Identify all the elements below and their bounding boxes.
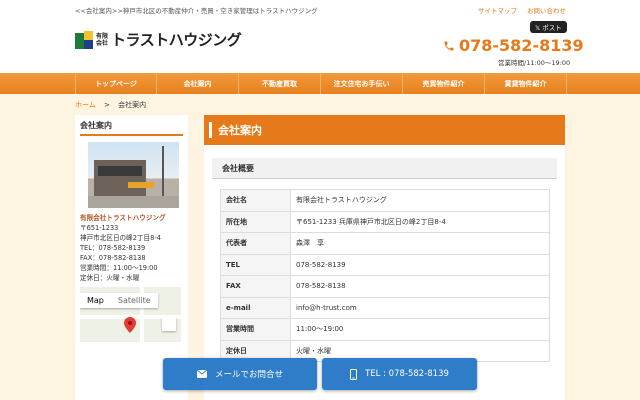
table-row: 代表者 森澤 享 [220, 232, 550, 255]
row-value: 森澤 享 [290, 232, 550, 255]
map-pin-icon [124, 317, 136, 333]
site-header: 有限 会社 トラストハウジング 𝕏 ポスト 078-582-8139 営業時間/… [0, 21, 640, 73]
nav-company[interactable]: 会社案内 [157, 73, 239, 94]
map-tab-satellite[interactable]: Satellite [111, 293, 158, 308]
sidebar-title: 会社案内 [80, 120, 183, 136]
nav-sale-listings[interactable]: 売買物件紹介 [403, 73, 485, 94]
sitemap-link[interactable]: サイトマップ [478, 5, 517, 15]
nav-custom-home[interactable]: 注文住宅お手伝い [321, 73, 403, 94]
sidebar-address: 神戸市北区日の峰2丁目8-4 [80, 234, 161, 242]
google-map[interactable]: Map Satellite [80, 287, 181, 342]
logo-icon [75, 30, 93, 49]
breadcrumb-home[interactable]: ホーム [75, 101, 96, 109]
table-row: TEL 078-582-8139 [220, 253, 550, 276]
map-tab-map[interactable]: Map [80, 293, 111, 308]
sidebar-holiday: 定休日：火曜・水曜 [80, 274, 140, 282]
sidebar-hours: 営業時間：11:00～19:00 [80, 264, 158, 272]
header-hours: 営業時間/11:00～19:00 [498, 59, 571, 67]
row-key: FAX [220, 275, 291, 298]
logo-small-2: 会社 [96, 39, 109, 47]
table-row: 営業時間 11:00～19:00 [220, 318, 550, 341]
fullscreen-icon[interactable] [162, 317, 176, 331]
tel-label: TEL : 078-582-8139 [365, 369, 449, 379]
sidebar-tel: TEL：078-582-8139 [80, 244, 146, 252]
main-heading: 会社案内 [204, 115, 565, 145]
sidebar-info: 有限会社トラストハウジング 〒651-1233 神戸市北区日の峰2丁目8-4 T… [80, 213, 183, 283]
table-row: FAX 078-582-8138 [220, 275, 550, 298]
mail-contact-label: メールでお問合せ [214, 370, 283, 380]
sidebar-company: 有限会社トラストハウジング [80, 214, 166, 222]
main-title: 会社案内 [218, 124, 262, 137]
row-value: 078-582-8138 [290, 275, 550, 298]
cta-bar: メールでお問合せ TEL : 078-582-8139 [0, 358, 640, 390]
map-type-tabs: Map Satellite [80, 293, 158, 308]
header-phone[interactable]: 078-582-8139 [443, 36, 584, 55]
x-post-button[interactable]: 𝕏 ポスト [530, 21, 567, 33]
logo-small-1: 有限 [96, 32, 109, 40]
top-breadcrumb: <<会社案内>>神戸市北区の不動産仲介・売買・空き家管理はトラストハウジング [75, 7, 318, 15]
mail-icon [196, 370, 207, 378]
row-value: 〒651-1233 兵庫県神戸市北区日の峰2丁目8-4 [290, 210, 550, 233]
row-value: 11:00～19:00 [290, 318, 550, 341]
top-bar: <<会社案内>>神戸市北区の不動産仲介・売買・空き家管理はトラストハウジング サ… [0, 0, 640, 23]
section-heading: 会社概要 [212, 158, 557, 179]
office-photo [88, 142, 179, 208]
table-row: 会社名 有限会社トラストハウジング [220, 189, 550, 212]
row-value: 有限会社トラストハウジング [290, 189, 550, 212]
contact-link[interactable]: お問い合わせ [527, 5, 566, 15]
row-key: 会社名 [220, 189, 291, 212]
logo-name: トラストハウジング [111, 31, 242, 49]
breadcrumb-current: 会社案内 [118, 101, 147, 109]
nav-top[interactable]: トップページ [75, 73, 157, 94]
row-value: 078-582-8139 [290, 253, 550, 276]
company-table: 会社名 有限会社トラストハウジング 所在地 〒651-1233 兵庫県神戸市北区日の… [220, 189, 550, 362]
site-logo[interactable]: 有限 会社 トラストハウジング [75, 29, 242, 50]
row-key: 代表者 [220, 232, 291, 255]
row-value: info@h-trust.com [290, 296, 550, 319]
row-key: e-mail [220, 296, 291, 319]
header-phone-number: 078-582-8139 [459, 36, 584, 55]
phone-icon [444, 41, 454, 50]
table-row: 所在地 〒651-1233 兵庫県神戸市北区日の峰2丁目8-4 [220, 210, 550, 233]
sidebar-postal: 〒651-1233 [80, 224, 119, 232]
nav-buyback[interactable]: 不動産買取 [239, 73, 321, 94]
smartphone-icon [350, 368, 358, 380]
main-nav: トップページ 会社案内 不動産買取 注文住宅お手伝い 売買物件紹介 賃貸物件紹介 [0, 73, 640, 94]
breadcrumb-sep: > [104, 101, 110, 109]
nav-rental-listings[interactable]: 賃貸物件紹介 [485, 73, 567, 94]
sidebar-fax: FAX：078-582-8138 [80, 254, 146, 262]
breadcrumb: ホーム > 会社案内 [75, 100, 146, 110]
tel-button[interactable]: TEL : 078-582-8139 [322, 358, 477, 390]
table-row: e-mail info@h-trust.com [220, 296, 550, 319]
row-key: 所在地 [220, 210, 291, 233]
row-key: TEL [220, 253, 291, 276]
page-body: ホーム > 会社案内 会社案内 有限会社トラストハウジング 〒651-1233 … [0, 94, 640, 400]
row-key: 営業時間 [220, 318, 291, 341]
mail-contact-button[interactable]: メールでお問合せ [163, 358, 317, 390]
